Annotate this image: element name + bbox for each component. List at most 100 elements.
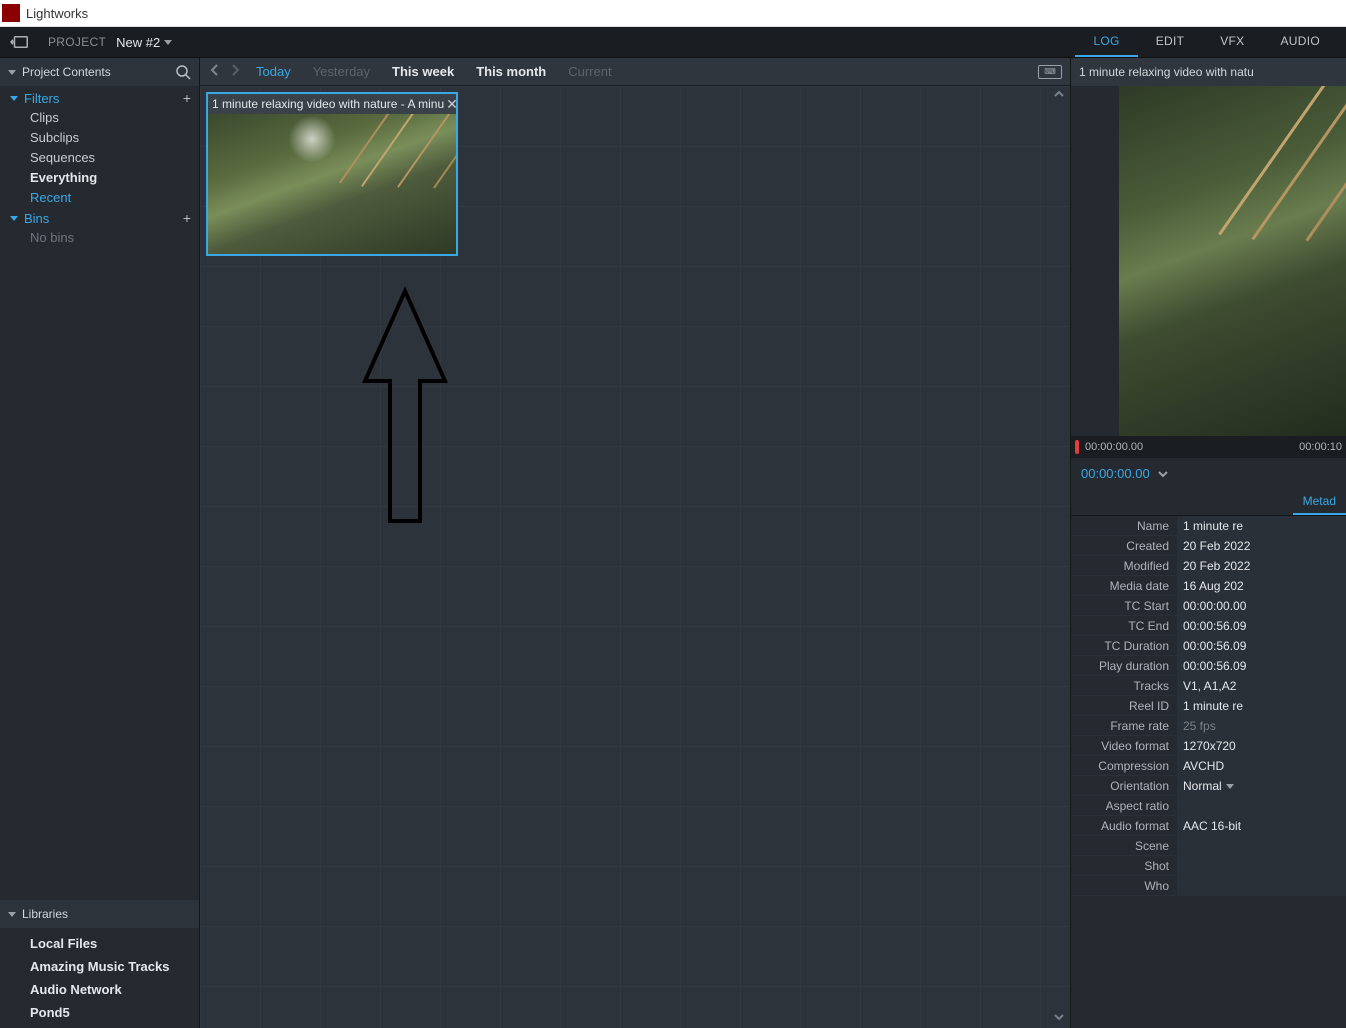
search-icon[interactable] <box>175 64 191 80</box>
meta-row: CompressionAVCHD <box>1071 756 1346 776</box>
project-name: New #2 <box>116 35 160 50</box>
bins-group[interactable]: Bins + <box>0 208 199 228</box>
nav-prev-button[interactable] <box>208 64 222 79</box>
meta-row: Shot <box>1071 856 1346 876</box>
meta-value[interactable] <box>1177 876 1346 895</box>
date-filter-current[interactable]: Current <box>560 64 619 79</box>
date-filter-yesterday[interactable]: Yesterday <box>305 64 378 79</box>
app-root: PROJECT New #2 LOG EDIT VFX AUDIO Projec… <box>0 27 1346 1028</box>
sidebar-header[interactable]: Project Contents <box>0 58 199 86</box>
sidebar-item-everything[interactable]: Everything <box>0 168 199 188</box>
project-dropdown[interactable]: New #2 <box>116 35 172 50</box>
project-label: PROJECT <box>48 35 106 49</box>
meta-row: Who <box>1071 876 1346 896</box>
tab-metadata[interactable]: Metad <box>1293 488 1346 515</box>
scroll-up-icon[interactable] <box>1054 90 1064 101</box>
timecode-value[interactable]: 00:00:00.00 <box>1081 466 1150 481</box>
clip-header: 1 minute relaxing video with nature - A … <box>208 94 456 114</box>
meta-row: TC Duration00:00:56.09 <box>1071 636 1346 656</box>
playhead[interactable] <box>1075 440 1079 454</box>
browser-content[interactable]: 1 minute relaxing video with nature - A … <box>200 86 1070 1028</box>
meta-value[interactable]: AVCHD <box>1177 756 1346 775</box>
chevron-down-icon <box>1226 784 1234 789</box>
sidebar-item-clips[interactable]: Clips <box>0 108 199 128</box>
meta-label: Play duration <box>1071 656 1177 675</box>
date-filter-today[interactable]: Today <box>248 64 299 79</box>
chevron-down-icon[interactable] <box>1158 466 1168 481</box>
tab-vfx[interactable]: VFX <box>1202 27 1262 57</box>
clip-thumbnail[interactable] <box>208 114 456 254</box>
libraries-header[interactable]: Libraries <box>0 900 199 928</box>
tab-log[interactable]: LOG <box>1075 27 1137 57</box>
inspector-tabs: Metad <box>1071 488 1346 516</box>
nav-next-button[interactable] <box>228 64 242 79</box>
app-icon <box>2 4 20 22</box>
meta-value[interactable]: V1, A1,A2 <box>1177 676 1346 695</box>
date-filter-thismonth[interactable]: This month <box>468 64 554 79</box>
library-local-files[interactable]: Local Files <box>0 932 199 955</box>
meta-value[interactable]: 00:00:56.09 <box>1177 636 1346 655</box>
meta-value[interactable]: 00:00:56.09 <box>1177 656 1346 675</box>
meta-row: Play duration00:00:56.09 <box>1071 656 1346 676</box>
meta-row: Modified20 Feb 2022 <box>1071 556 1346 576</box>
sidebar-item-nobins: No bins <box>0 228 199 248</box>
meta-value[interactable]: 16 Aug 202 <box>1177 576 1346 595</box>
meta-label: Audio format <box>1071 816 1177 835</box>
preview-timeline[interactable]: 00:00:00.00 00:00:10 <box>1071 436 1346 458</box>
chevron-down-icon <box>10 96 18 101</box>
window-titlebar: Lightworks <box>0 0 1346 27</box>
meta-row: Audio formatAAC 16-bit <box>1071 816 1346 836</box>
content-browser: Today Yesterday This week This month Cur… <box>200 58 1070 1028</box>
sidebar: Project Contents Filters + Clips Subclip… <box>0 58 200 1028</box>
sidebar-body: Filters + Clips Subclips Sequences Every… <box>0 86 199 900</box>
meta-value[interactable]: 00:00:00.00 <box>1177 596 1346 615</box>
meta-label: Tracks <box>1071 676 1177 695</box>
bins-label: Bins <box>24 211 49 226</box>
library-audio-network[interactable]: Audio Network <box>0 978 199 1001</box>
meta-value[interactable]: 1270x720 <box>1177 736 1346 755</box>
timeline-start: 00:00:00.00 <box>1085 441 1143 453</box>
meta-label: Reel ID <box>1071 696 1177 715</box>
timecode-row: 00:00:00.00 <box>1071 458 1346 488</box>
meta-row: Frame rate25 fps <box>1071 716 1346 736</box>
back-button[interactable] <box>8 32 30 52</box>
sidebar-item-recent[interactable]: Recent <box>0 188 199 208</box>
close-icon[interactable]: ✕ <box>444 96 456 113</box>
meta-label: TC Start <box>1071 596 1177 615</box>
meta-row: TC Start00:00:00.00 <box>1071 596 1346 616</box>
add-filter-button[interactable]: + <box>183 90 191 106</box>
meta-value[interactable]: 20 Feb 2022 <box>1177 536 1346 555</box>
preview-viewer[interactable] <box>1119 86 1346 436</box>
meta-value[interactable]: Normal <box>1177 776 1346 795</box>
libraries-label: Libraries <box>22 907 68 921</box>
meta-value[interactable] <box>1177 856 1346 875</box>
clip-card[interactable]: 1 minute relaxing video with nature - A … <box>206 92 458 256</box>
tab-audio[interactable]: AUDIO <box>1262 27 1338 57</box>
library-pond5[interactable]: Pond5 <box>0 1001 199 1024</box>
date-filter-thisweek[interactable]: This week <box>384 64 462 79</box>
meta-value[interactable]: 25 fps <box>1177 716 1346 735</box>
inspector-title: 1 minute relaxing video with natu <box>1071 58 1346 86</box>
meta-value[interactable]: AAC 16-bit <box>1177 816 1346 835</box>
meta-value[interactable]: 20 Feb 2022 <box>1177 556 1346 575</box>
meta-value[interactable] <box>1177 796 1346 815</box>
meta-value[interactable] <box>1177 836 1346 855</box>
filters-group[interactable]: Filters + <box>0 88 199 108</box>
add-bin-button[interactable]: + <box>183 210 191 226</box>
meta-label: Name <box>1071 516 1177 535</box>
meta-row: Scene <box>1071 836 1346 856</box>
sidebar-item-subclips[interactable]: Subclips <box>0 128 199 148</box>
library-amazing-music[interactable]: Amazing Music Tracks <box>0 955 199 978</box>
meta-row: Reel ID1 minute re <box>1071 696 1346 716</box>
meta-value[interactable]: 1 minute re <box>1177 516 1346 535</box>
chevron-down-icon <box>8 912 16 917</box>
scroll-down-icon[interactable] <box>1054 1013 1064 1024</box>
meta-label: Compression <box>1071 756 1177 775</box>
keyboard-icon[interactable]: ⌨ <box>1038 65 1062 79</box>
meta-label: Media date <box>1071 576 1177 595</box>
meta-row: Video format1270x720 <box>1071 736 1346 756</box>
tab-edit[interactable]: EDIT <box>1138 27 1203 57</box>
meta-value[interactable]: 1 minute re <box>1177 696 1346 715</box>
sidebar-item-sequences[interactable]: Sequences <box>0 148 199 168</box>
meta-value[interactable]: 00:00:56.09 <box>1177 616 1346 635</box>
